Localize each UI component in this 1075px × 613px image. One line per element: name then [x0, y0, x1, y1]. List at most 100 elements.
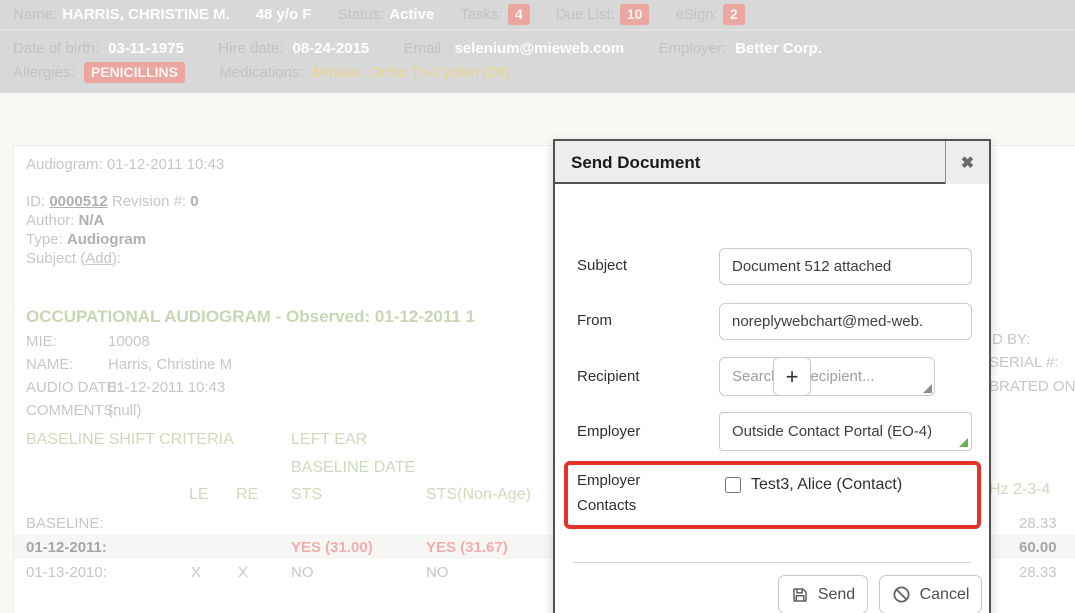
patient-name: HARRIS, CHRISTINE M. [62, 6, 230, 23]
save-icon [791, 586, 809, 604]
employer-select[interactable]: Outside Contact Portal (EO-4) [719, 412, 972, 451]
plus-icon: + [786, 364, 799, 390]
close-icon: ✖ [961, 153, 974, 173]
subject-prefix: Subject ( [26, 250, 85, 267]
subject-input[interactable] [719, 248, 972, 285]
dialog-header: Send Document ✖ [555, 141, 989, 184]
fragment-value-2: 60.00 [1019, 539, 1057, 556]
document-type-line: Type: Audiogram [26, 231, 146, 248]
contact-checkbox[interactable] [725, 477, 741, 493]
hire-date-value: 08-24-2015 [293, 40, 370, 57]
select-expand-grip-icon [959, 438, 968, 447]
email-label: Email: [404, 40, 446, 57]
patient-banner-row1: Name: HARRIS, CHRISTINE M. 48 y/o F Stat… [0, 0, 1075, 31]
type-label: Type: [26, 231, 63, 248]
name-label: Name: [13, 6, 57, 23]
left-ear-heading: LEFT EAR [291, 431, 367, 449]
dialog-title: Send Document [571, 141, 700, 184]
field-value-name: Harris, Christine M [108, 356, 232, 373]
employer-value: Better Corp. [735, 40, 822, 57]
baseline-section-title: BASELINE SHIFT CRITERIA [26, 431, 234, 449]
patient-banner: Name: HARRIS, CHRISTINE M. 48 y/o F Stat… [0, 0, 1075, 93]
row-2011-sts: YES (31.00) [291, 539, 373, 556]
allergy-badge: PENICILLINS [84, 62, 185, 83]
allergies-label: Allergies: [13, 64, 75, 81]
row-2011-sts-nonage: YES (31.67) [426, 539, 508, 556]
row-2010-re: X [238, 564, 248, 581]
field-label-comments: COMMENTS: [26, 402, 118, 419]
fragment-hz-header: Hz 2-3-4 [989, 481, 1050, 499]
esign-badge: 2 [723, 4, 745, 25]
fragment-tested-by: D BY: [992, 331, 1030, 348]
field-label-mie: MIE: [26, 333, 57, 350]
from-field-label: From [577, 312, 612, 329]
status-value: Active [389, 6, 434, 23]
subject-suffix: ): [112, 250, 121, 267]
medications-label: Medications: [219, 64, 303, 81]
author-label: Author: [26, 212, 74, 229]
cancel-button[interactable]: Cancel [879, 575, 982, 613]
subject-add-link: Add [85, 250, 112, 267]
row-2010-sts-nonage: NO [426, 564, 449, 581]
employer-field-label: Employer [577, 423, 640, 440]
id-label: ID: [26, 193, 45, 210]
medication-ortho: Ortho Tri-Cyclen (28) [369, 64, 509, 81]
employer-contacts-label-line1: Employer [577, 472, 640, 489]
document-id-link: 0000512 [49, 193, 107, 210]
footer-divider-top [573, 562, 971, 563]
send-document-dialog: Send Document ✖ Subject From Recipient +… [553, 139, 991, 613]
fragment-calibrated: BRATED ON [989, 378, 1075, 395]
recipient-field-label: Recipient [577, 368, 640, 385]
document-header: Audiogram: 01-12-2011 10:43 [26, 156, 224, 173]
from-input[interactable] [719, 303, 972, 340]
fragment-serial: SERIAL #: [989, 354, 1058, 371]
cancel-icon [892, 585, 911, 604]
fragment-value-1: 28.33 [1019, 515, 1057, 532]
resize-grip-icon [923, 384, 932, 393]
field-label-audio-date: AUDIO DATE: [26, 379, 121, 396]
employer-contacts-label-line2: Contacts [577, 497, 636, 514]
recipient-input-wrap [719, 357, 935, 396]
subject-field-label: Subject [577, 257, 627, 274]
baseline-date-heading: BASELINE DATE [291, 459, 415, 477]
tasks-label: Tasks: [460, 6, 503, 23]
row-2010-sts: NO [291, 564, 314, 581]
send-button-label: Send [818, 586, 855, 604]
recipient-search-input[interactable] [719, 357, 935, 396]
email-value: selenium@mieweb.com [454, 40, 624, 57]
due-list-badge: 10 [620, 4, 650, 25]
document-author-line: Author: N/A [26, 212, 104, 229]
row-2010-le: X [191, 564, 201, 581]
col-header-le: LE [189, 486, 209, 504]
author-value: N/A [79, 212, 105, 229]
col-header-sts: STS [291, 486, 322, 504]
baseline-row-label: BASELINE: [26, 515, 104, 532]
patient-banner-row2: Date of birth: 03-11-1975 Hire date: 08-… [0, 31, 1075, 93]
contact-name-label[interactable]: Test3, Alice (Contact) [751, 476, 902, 494]
fragment-value-3: 28.33 [1019, 564, 1057, 581]
esign-label: eSign: [675, 6, 718, 23]
row-2011-date: 01-12-2011: [26, 539, 107, 556]
field-value-comments: (null) [108, 402, 141, 419]
send-button[interactable]: Send [778, 575, 868, 613]
cancel-button-label: Cancel [920, 586, 970, 604]
audiogram-heading: OCCUPATIONAL AUDIOGRAM - Observed: 01-12… [26, 307, 475, 327]
document-id-line: ID: 0000512 Revision #: 0 [26, 193, 199, 210]
tasks-badge: 4 [508, 4, 530, 25]
medication-miralax: Miralax, [313, 64, 366, 81]
revision-label: Revision #: [112, 193, 186, 210]
field-value-mie: 10008 [108, 333, 150, 350]
field-label-name: NAME: [26, 356, 74, 373]
dob-label: Date of birth: [13, 40, 99, 57]
document-subject-line: Subject (Add): [26, 250, 121, 267]
add-recipient-button[interactable]: + [773, 357, 811, 396]
close-button[interactable]: ✖ [945, 141, 989, 184]
dialog-body: Subject From Recipient + Employer Outsid… [555, 184, 989, 613]
employer-selected-option: Outside Contact Portal (EO-4) [732, 423, 932, 440]
row-2010-date: 01-13-2010: [26, 564, 107, 581]
col-header-re: RE [236, 486, 258, 504]
col-header-sts-nonage: STS(Non-Age) [426, 486, 531, 504]
status-label: Status: [338, 6, 385, 23]
patient-age-sex: 48 y/o F [256, 6, 312, 23]
hire-date-label: Hire date: [218, 40, 283, 57]
